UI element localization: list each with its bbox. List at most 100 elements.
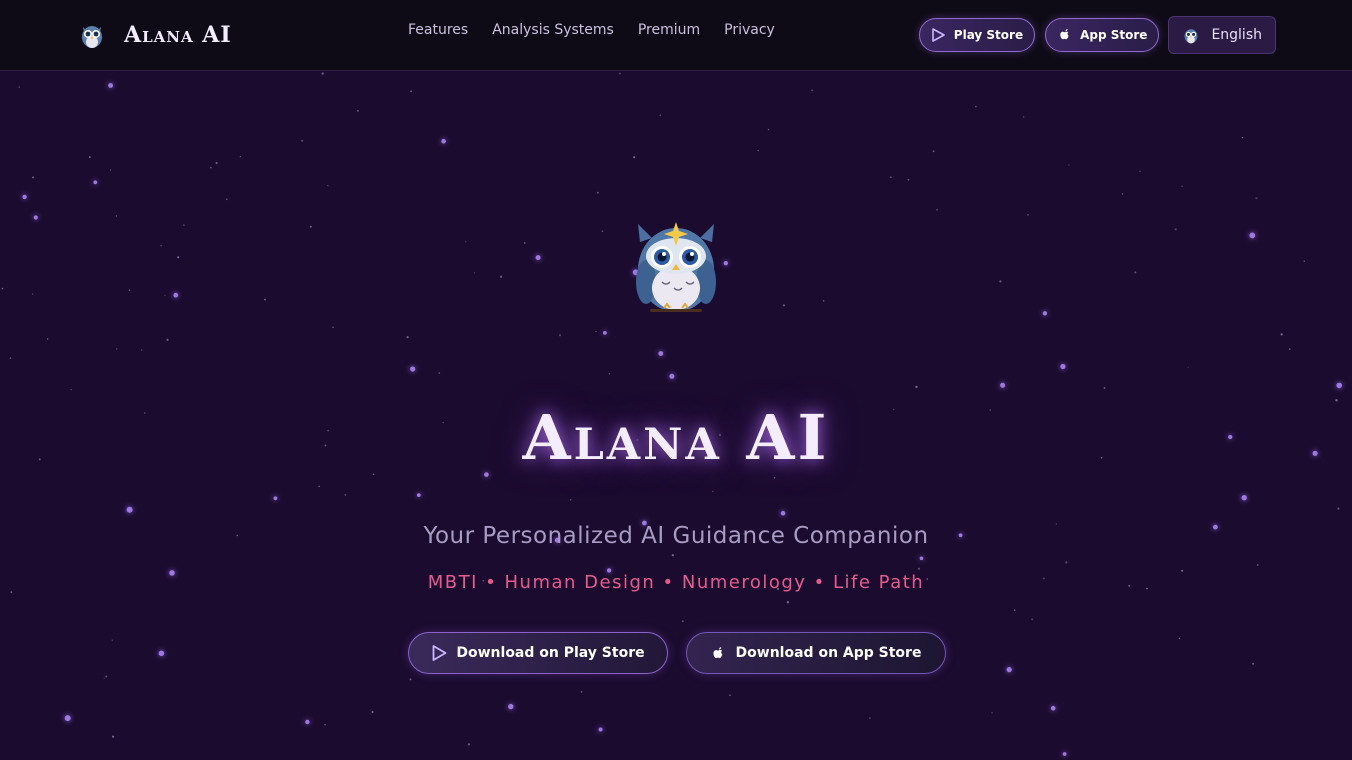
star [1006, 667, 1012, 673]
star [31, 293, 34, 295]
star [524, 242, 526, 244]
star [9, 357, 12, 360]
play-store-button[interactable]: Play Store [918, 18, 1036, 52]
star [1000, 382, 1006, 388]
hero-section: Alana AI Your Personalized AI Guidance C… [0, 71, 1352, 760]
star [158, 650, 165, 657]
star [919, 556, 924, 561]
nav-link-features[interactable]: Features [408, 22, 468, 38]
star [1241, 495, 1247, 501]
download-play-store-button[interactable]: Download on Play Store [408, 632, 668, 674]
star [210, 166, 212, 169]
star [215, 161, 218, 165]
star [975, 105, 977, 108]
language-selector[interactable]: English [1168, 16, 1276, 54]
star [1256, 564, 1259, 566]
star [1062, 752, 1067, 756]
star [1178, 637, 1181, 640]
star [371, 711, 374, 713]
star [671, 554, 674, 557]
play-store-icon [932, 28, 946, 42]
hero-subtitle: Your Personalized AI Guidance Companion [423, 523, 929, 549]
star [1031, 618, 1034, 621]
star [183, 224, 185, 227]
star [786, 601, 790, 604]
star [580, 691, 583, 693]
star [356, 109, 359, 112]
hero-feature-tags: MBTI • Human Design • Numerology • Life … [427, 572, 925, 593]
app-store-button[interactable]: App Store [1045, 18, 1160, 52]
star [305, 719, 310, 725]
star [1060, 363, 1066, 370]
star [324, 724, 326, 726]
star [598, 727, 603, 732]
star [999, 280, 1002, 283]
star [467, 743, 470, 746]
star [64, 715, 71, 722]
star [569, 499, 572, 501]
language-label: English [1211, 27, 1262, 43]
nav-link-privacy[interactable]: Privacy [724, 22, 775, 38]
star [915, 385, 918, 389]
star [332, 326, 334, 329]
star [327, 184, 329, 187]
star [773, 476, 776, 479]
app-store-label: App Store [1080, 28, 1148, 42]
star [70, 389, 72, 391]
star [499, 275, 503, 278]
star [601, 230, 604, 233]
star [438, 372, 441, 374]
star [310, 225, 312, 228]
nav-link-premium[interactable]: Premium [638, 22, 700, 38]
top-navbar: Alana AI Features Analysis Systems Premi… [0, 0, 1352, 71]
download-app-store-label: Download on App Store [735, 645, 922, 661]
play-store-label: Play Store [953, 28, 1024, 42]
star [608, 372, 611, 375]
star [473, 272, 476, 274]
star [1022, 116, 1025, 118]
star [409, 678, 412, 681]
star [344, 494, 347, 496]
star [273, 496, 278, 501]
star [767, 128, 770, 131]
star [782, 304, 786, 307]
star [669, 373, 675, 379]
star [177, 256, 180, 259]
star [1280, 333, 1283, 336]
apple-icon [711, 645, 727, 661]
nav-actions: Play Store App Store English [909, 16, 1276, 54]
star [321, 72, 324, 75]
star [264, 298, 266, 301]
star [1174, 228, 1177, 231]
star [1068, 164, 1070, 166]
star [723, 261, 728, 266]
star [1042, 311, 1048, 316]
star [410, 90, 413, 93]
star [917, 567, 921, 570]
star [1288, 348, 1291, 350]
star [173, 292, 179, 298]
star [1050, 705, 1056, 711]
nav-link-analysis-systems[interactable]: Analysis Systems [492, 22, 614, 38]
star [1027, 214, 1029, 216]
star [239, 156, 241, 158]
download-play-store-label: Download on Play Store [456, 645, 645, 661]
star [1252, 662, 1255, 665]
star [712, 490, 714, 493]
play-store-icon [431, 645, 447, 661]
star [93, 180, 98, 185]
cta-row: Download on Play Store Download on App S… [408, 632, 964, 674]
star [1303, 260, 1306, 262]
star [465, 241, 467, 243]
star [658, 351, 664, 356]
star [1181, 185, 1183, 187]
star [889, 176, 892, 179]
star [441, 138, 446, 144]
star [301, 139, 304, 142]
star [1134, 271, 1137, 274]
star [811, 89, 814, 92]
brand[interactable]: Alana AI [80, 20, 232, 50]
star [869, 717, 871, 719]
download-app-store-button[interactable]: Download on App Store [686, 632, 946, 674]
star [1337, 507, 1340, 510]
